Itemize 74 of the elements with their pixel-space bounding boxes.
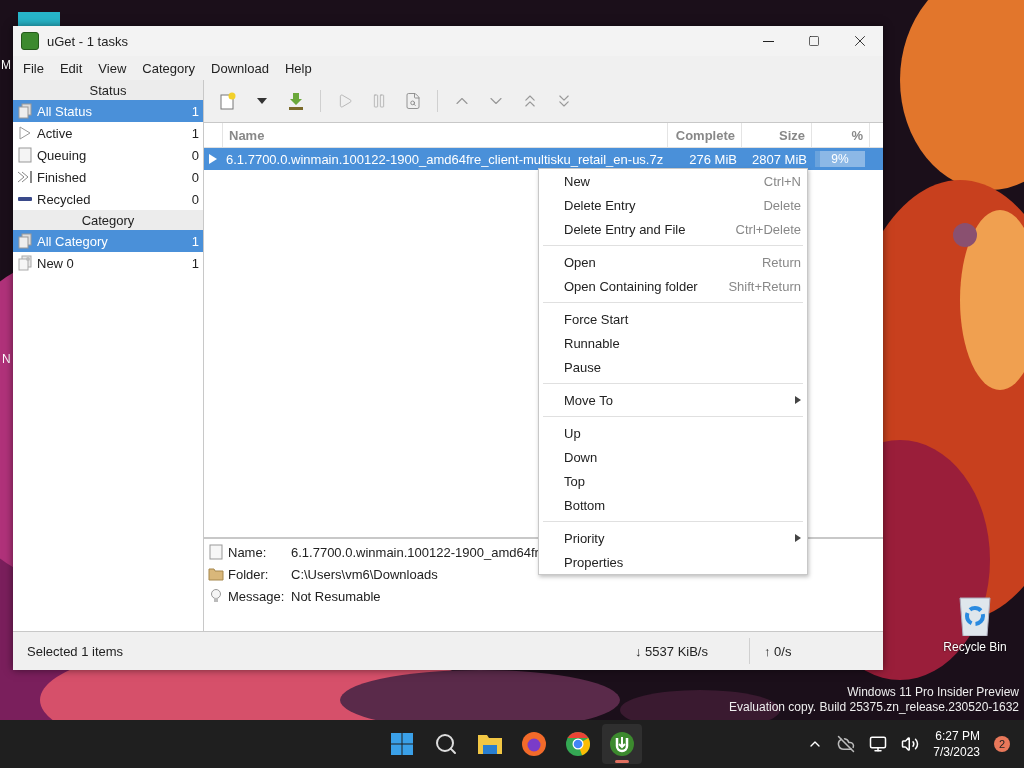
section-header: Category — [13, 210, 203, 230]
detail-value: C:\Users\vm6\Downloads — [291, 566, 438, 582]
selection-status: Selected 1 items — [26, 643, 125, 659]
column-header[interactable]: Size — [741, 123, 811, 147]
context-menu-item[interactable]: Bottom — [539, 493, 807, 517]
desktop-icon-label: Recycle Bin — [943, 640, 1007, 654]
menu-item[interactable]: File — [15, 60, 52, 76]
recycle-bin-icon[interactable] — [958, 596, 992, 636]
context-menu-item[interactable]: Open Containing folder Shift+Return — [539, 274, 807, 298]
menu-item[interactable]: Help — [276, 60, 320, 76]
windows-start-icon[interactable] — [390, 732, 414, 756]
window-title: uGet - 1 tasks — [47, 33, 129, 49]
progress-bar: 9% — [815, 151, 865, 167]
size-value: 2807 MiB — [751, 151, 808, 167]
notification-badge[interactable]: 2 — [994, 736, 1010, 752]
context-menu-item[interactable]: Top — [539, 469, 807, 493]
context-menu-item[interactable]: Runnable — [539, 331, 807, 355]
context-menu-item[interactable]: Up — [539, 421, 807, 445]
folder-icon[interactable] — [477, 733, 503, 755]
document-icon — [208, 544, 224, 560]
menu-item[interactable]: Category — [134, 60, 204, 76]
file-name: 6.1.7700.0.winmain.100122-1900_amd64fre_client-multisku_retail_en-us.7z — [225, 151, 665, 167]
maximize-icon — [808, 35, 820, 47]
detail-value: Not Resumable — [291, 588, 381, 604]
detail-label: Message: — [228, 588, 286, 604]
context-menu-item[interactable]: Properties — [539, 550, 807, 574]
context-menu-item[interactable]: Delete Entry Delete — [539, 193, 807, 217]
context-menu-item[interactable]: Open Return — [539, 250, 807, 274]
search-icon[interactable] — [434, 732, 458, 756]
browser-icon[interactable] — [565, 731, 591, 757]
complete-value: 276 MiB — [688, 151, 738, 167]
finish-icon — [17, 169, 33, 185]
upload-speed: ↑ 0/s — [763, 643, 793, 659]
clock[interactable]: 6:27 PM 7/3/2023 — [933, 728, 980, 760]
fox-globe-icon[interactable] — [521, 731, 547, 757]
folder-icon — [208, 566, 224, 582]
evaluation-notice: Windows 11 Pro Insider Preview — [847, 685, 1019, 700]
column-header[interactable]: Complete — [667, 123, 741, 147]
minimize-icon — [762, 40, 774, 42]
download-app-icon[interactable] — [609, 731, 635, 757]
lightbulb-icon — [208, 588, 224, 604]
context-menu-item[interactable]: Move To — [539, 388, 807, 412]
stacked-documents-icon — [17, 233, 33, 249]
desktop-icon-label: N — [2, 352, 11, 366]
column-header[interactable]: % — [811, 123, 869, 147]
menu-item[interactable]: View — [90, 60, 135, 76]
download-icon[interactable] — [288, 92, 304, 110]
context-menu-item[interactable]: Pause — [539, 355, 807, 379]
detail-value: 6.1.7700.0.winmain.100122-1900_amd64fr — [291, 544, 539, 560]
volume-icon[interactable] — [901, 735, 920, 753]
detail-label: Folder: — [228, 566, 270, 582]
stacked-documents-icon — [17, 255, 33, 271]
network-icon[interactable] — [869, 735, 888, 753]
context-menu-item[interactable]: Down — [539, 445, 807, 469]
menu-item[interactable]: Edit — [51, 60, 91, 76]
menu-item[interactable]: Download — [203, 60, 277, 76]
context-menu-item[interactable]: Delete Entry and File Ctrl+Delete — [539, 217, 807, 241]
column-header[interactable]: Name — [222, 123, 667, 147]
context-menu-item[interactable]: New Ctrl+N — [539, 169, 807, 193]
download-speed: ↓ 5537 KiB/s — [634, 643, 709, 659]
play-icon — [17, 125, 33, 141]
document-icon — [17, 147, 33, 163]
evaluation-notice: Evaluation copy. Build 25375.zn_release.230520-1632 — [729, 700, 1019, 715]
section-header: Status — [13, 80, 203, 100]
dropdown-caret-icon[interactable] — [257, 98, 267, 104]
context-menu-item[interactable]: Force Start — [539, 307, 807, 331]
context-menu-item[interactable]: Priority — [539, 526, 807, 550]
detail-label: Name: — [228, 544, 268, 560]
dash-icon — [18, 197, 32, 201]
stacked-documents-icon — [17, 103, 33, 119]
desktop-icon-label: M — [1, 58, 11, 72]
cloud-off-icon[interactable] — [837, 735, 856, 753]
file-search-icon[interactable] — [404, 92, 422, 110]
app-icon — [21, 32, 39, 50]
